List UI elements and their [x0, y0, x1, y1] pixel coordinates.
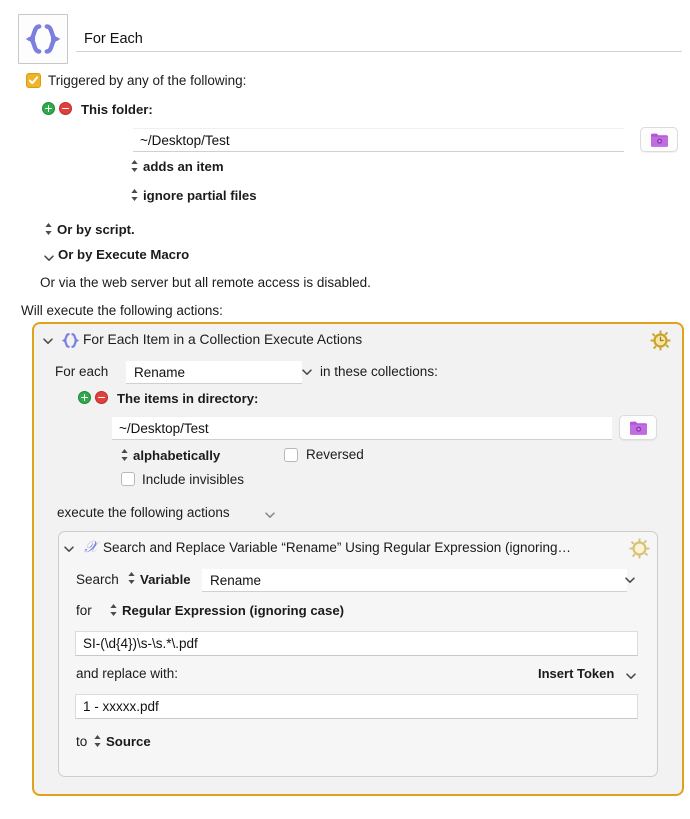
replace-with-label: and replace with: [76, 666, 179, 681]
macro-header [18, 14, 68, 64]
add-collection-button[interactable] [78, 391, 91, 404]
for-each-variable-chevron-down-icon[interactable] [301, 365, 313, 377]
sort-order-stepper-icon[interactable] [120, 448, 129, 462]
trigger-section-label: Triggered by any of the following: [48, 73, 247, 88]
search-target-stepper-icon[interactable] [127, 571, 136, 585]
add-trigger-button[interactable] [42, 102, 55, 115]
folder-icon [629, 421, 647, 435]
actions-header-label: Will execute the following actions: [21, 303, 223, 318]
execute-actions-chevron-down-icon[interactable] [264, 508, 276, 520]
insert-token-chevron-down-icon[interactable] [625, 669, 637, 681]
trigger-partial-files-label[interactable]: ignore partial files [143, 188, 257, 203]
search-replace-action-title: Search and Replace Variable “Rename” Usi… [103, 540, 571, 555]
include-invisibles-label: Include invisibles [142, 472, 245, 487]
trigger-folder-chooser-button[interactable] [640, 127, 678, 152]
trigger-add-remove-buttons[interactable] [42, 102, 72, 115]
search-label: Search [76, 572, 119, 587]
to-label: to [76, 734, 88, 749]
macro-name-input[interactable]: For Each [76, 26, 682, 52]
search-target-label[interactable]: Variable [140, 572, 191, 587]
for-each-variable-popup[interactable]: Rename [126, 361, 302, 384]
for-label: for [76, 603, 92, 618]
or-by-script-stepper-icon[interactable] [44, 222, 53, 236]
match-mode-stepper-icon[interactable] [109, 603, 118, 617]
gear-icon[interactable] [629, 538, 650, 559]
destination-stepper-icon[interactable] [93, 734, 102, 748]
this-folder-label: This folder: [81, 102, 153, 117]
in-these-collections-label: in these collections: [320, 364, 438, 379]
collection-directory-input[interactable]: ~/Desktop/Test [112, 416, 612, 440]
for-each-action-title: For Each Item in a Collection Execute Ac… [83, 332, 363, 347]
or-by-execute-macro-label[interactable]: Or by Execute Macro [58, 247, 189, 262]
collection-folder-chooser-button[interactable] [619, 415, 657, 440]
trigger-partial-stepper-icon[interactable] [130, 188, 139, 202]
script-x-icon: 𝒳 [82, 537, 103, 561]
trigger-event-stepper-icon[interactable] [130, 159, 139, 173]
sort-order-label[interactable]: alphabetically [133, 448, 220, 463]
reversed-checkbox[interactable] [284, 448, 298, 462]
insert-token-button[interactable]: Insert Token [538, 666, 614, 681]
gear-clock-icon[interactable] [650, 330, 671, 351]
include-invisibles-checkbox[interactable] [121, 472, 135, 486]
search-variable-input[interactable]: Rename [202, 569, 627, 592]
replacement-input[interactable]: 1 - xxxxx.pdf [75, 694, 638, 719]
search-pattern-input[interactable]: SI-(\d{4})\s-\s.*\.pdf [75, 631, 638, 656]
collection-add-remove-buttons[interactable] [78, 391, 108, 404]
execute-following-actions-label: execute the following actions [57, 505, 230, 520]
destination-label[interactable]: Source [106, 734, 151, 749]
svg-text:𝒳: 𝒳 [84, 538, 100, 556]
items-in-directory-label: The items in directory: [117, 391, 259, 406]
trigger-event-label[interactable]: adds an item [143, 159, 224, 174]
search-replace-disclosure-chevron-down-icon[interactable] [63, 542, 75, 554]
for-each-disclosure-chevron-down-icon[interactable] [42, 334, 54, 346]
for-each-label: For each [55, 364, 109, 379]
remove-collection-button[interactable] [95, 391, 108, 404]
for-each-curly-braces-icon [61, 331, 80, 355]
trigger-enabled-checkbox[interactable] [26, 73, 41, 88]
remove-trigger-button[interactable] [59, 102, 72, 115]
match-mode-label[interactable]: Regular Expression (ignoring case) [122, 603, 344, 618]
reversed-label: Reversed [306, 447, 364, 462]
or-by-script-label[interactable]: Or by script. [57, 222, 135, 237]
trigger-folder-path-input[interactable]: ~/Desktop/Test [133, 128, 624, 152]
search-variable-chevron-down-icon[interactable] [624, 573, 636, 585]
web-server-note: Or via the web server but all remote acc… [40, 275, 371, 290]
curly-braces-icon [18, 14, 68, 64]
or-by-execute-macro-chevron-down-icon[interactable] [43, 251, 55, 263]
folder-icon [650, 133, 668, 147]
